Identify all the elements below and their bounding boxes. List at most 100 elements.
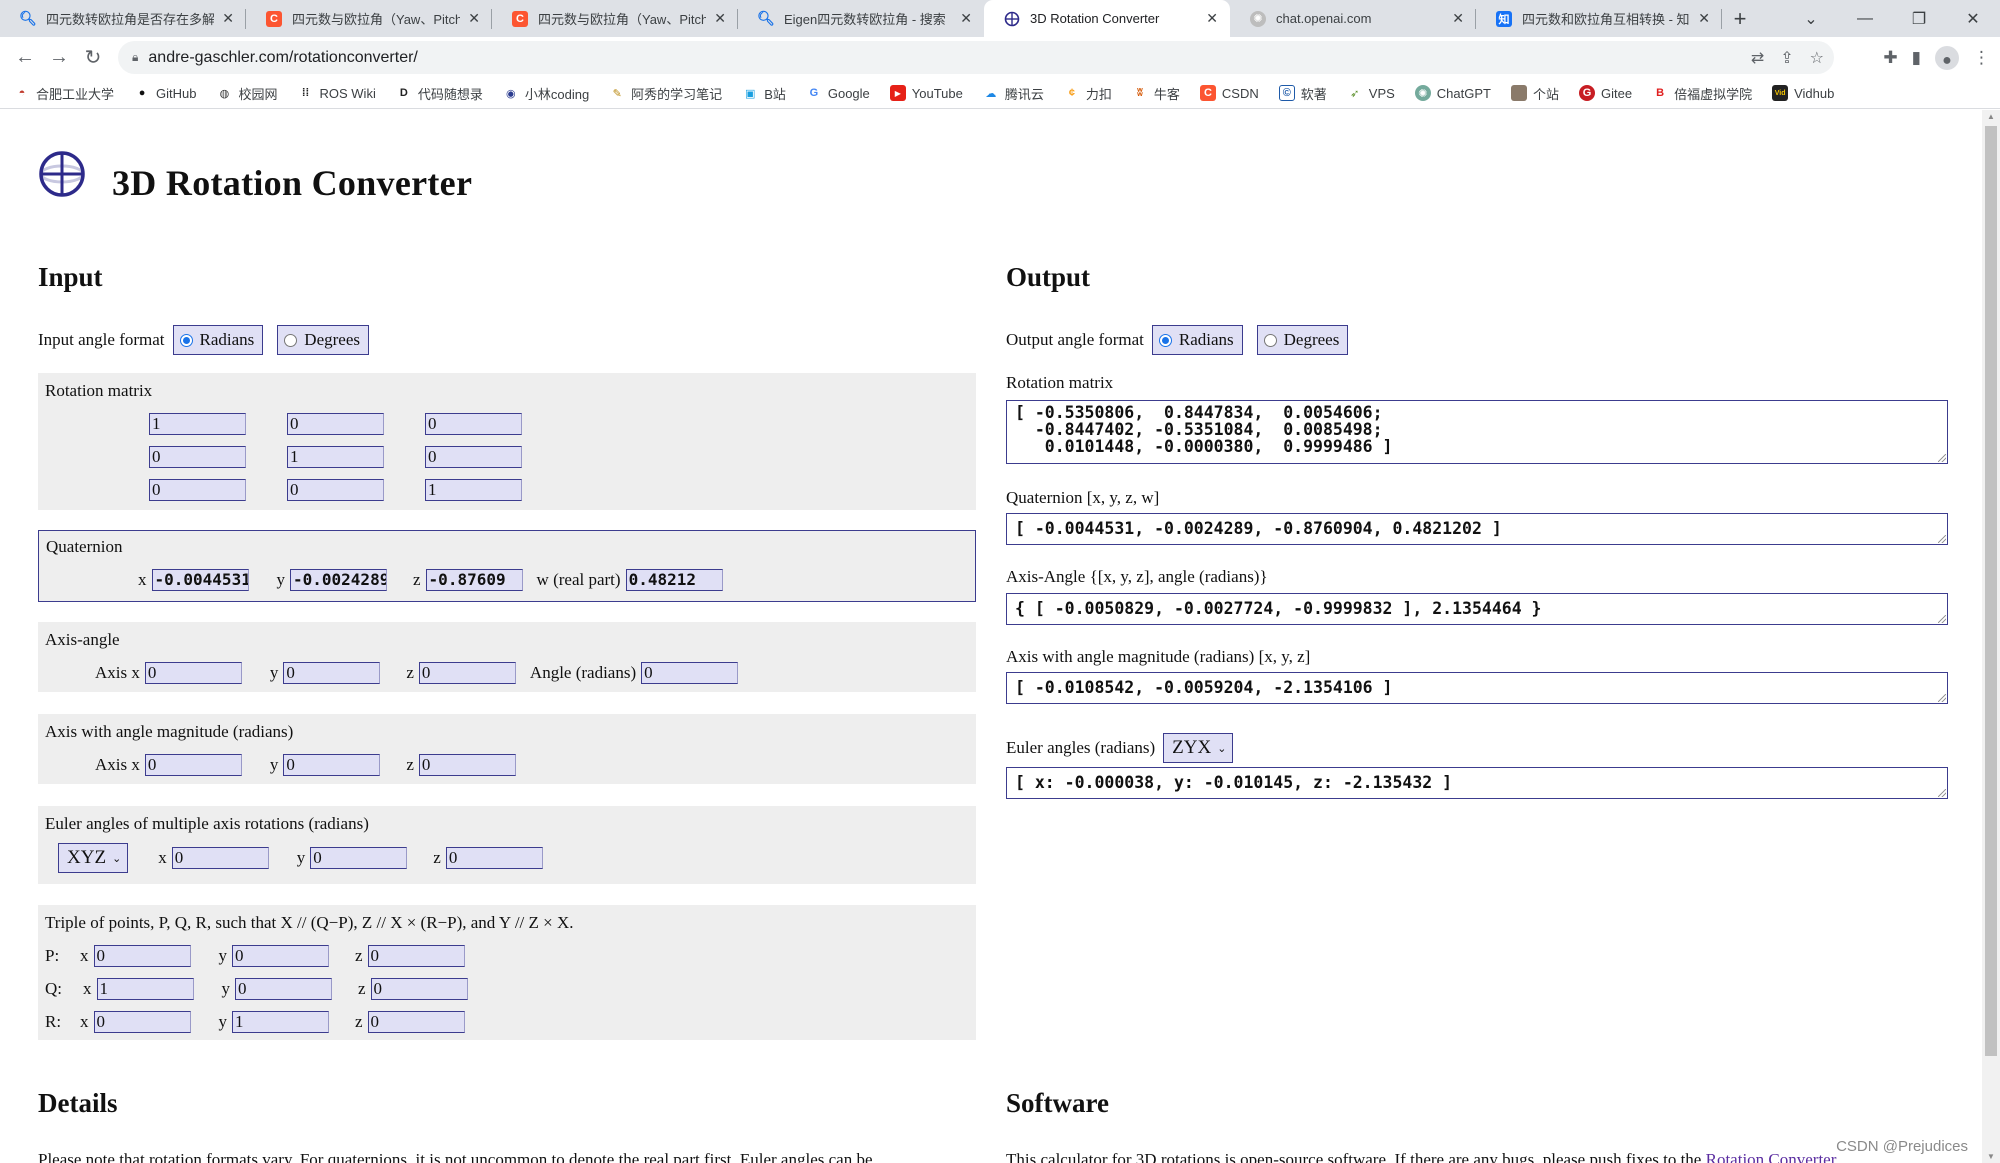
input-radians-radio[interactable]: Radians (172, 325, 264, 355)
matrix-input-r1c1[interactable]: 1 (149, 412, 246, 435)
scrollbar-thumb[interactable] (1985, 126, 1997, 1056)
side-panel-icon[interactable]: ▮ (1912, 48, 1921, 68)
close-window-icon[interactable]: ✕ (1946, 9, 2000, 29)
bookmark-bilibili[interactable]: ▣ B站 (742, 84, 786, 103)
radio-selected-icon[interactable] (179, 333, 193, 347)
close-tab-icon[interactable]: ✕ (1452, 10, 1464, 27)
bookmark-nowcoder[interactable]: ʬ 牛客 (1132, 84, 1180, 103)
euler-x-input[interactable]: 0 (171, 847, 269, 869)
output-euler-textarea[interactable]: [ x: -0.000038, y: -0.010145, z: -2.1354… (1006, 767, 1948, 799)
matrix-input-r1c2[interactable]: 0 (287, 412, 384, 435)
axis-angle-y-input[interactable]: 0 (283, 661, 381, 684)
forward-icon[interactable]: → (42, 46, 76, 69)
bookmark-campus[interactable]: ◍ 校园网 (216, 84, 278, 103)
bookmark-ros-wiki[interactable]: ⁞⁞ ROS Wiki (298, 85, 376, 101)
bookmark-google[interactable]: G Google (806, 85, 870, 101)
bookmark-star-icon[interactable]: ☆ (1810, 48, 1824, 68)
translate-icon[interactable]: ⇄ (1751, 48, 1764, 68)
point-q-y-input[interactable]: 0 (235, 977, 332, 1000)
new-tab-button[interactable]: + (1722, 0, 1758, 37)
radio-selected-icon[interactable] (1158, 333, 1172, 347)
bookmark-vps[interactable]: ➶ VPS (1347, 85, 1395, 101)
matrix-input-r2c2[interactable]: 1 (287, 445, 384, 468)
close-tab-icon[interactable]: ✕ (468, 10, 480, 27)
close-tab-icon[interactable]: ✕ (714, 10, 726, 27)
extensions-icon[interactable]: ✚ (1883, 48, 1897, 68)
euler-order-select[interactable]: XYZ ⌄ (58, 843, 129, 873)
rotation-converter-link[interactable]: Rotation Converter (1706, 1150, 1837, 1163)
euler-y-input[interactable]: 0 (310, 847, 408, 869)
matrix-input-r2c1[interactable]: 0 (149, 445, 246, 468)
axis-angle-angle-input[interactable]: 0 (641, 661, 739, 684)
output-axis-magnitude-textarea[interactable]: [ -0.0108542, -0.0059204, -2.1354106 ] (1006, 672, 1948, 704)
output-axis-angle-textarea[interactable]: { [ -0.0050829, -0.0027724, -0.9999832 ]… (1006, 593, 1948, 625)
matrix-input-r3c3[interactable]: 1 (425, 478, 522, 501)
page-scrollbar[interactable]: ▲ ▼ (1982, 110, 2000, 1163)
matrix-input-r3c2[interactable]: 0 (287, 478, 384, 501)
point-r-z-input[interactable]: 0 (367, 1010, 465, 1033)
bookmark-personal-site[interactable]: 个站 (1510, 84, 1559, 103)
quaternion-z-input[interactable]: -0.87609 (425, 568, 523, 591)
lock-icon[interactable]: 🔒︎ (132, 50, 138, 65)
resize-handle-icon[interactable] (1938, 535, 1946, 543)
axis-magnitude-x-input[interactable]: 0 (144, 753, 242, 776)
axis-magnitude-z-input[interactable]: 0 (418, 753, 516, 776)
bookmark-chatgpt[interactable]: ✺ ChatGPT (1414, 85, 1491, 101)
matrix-input-r2c3[interactable]: 0 (425, 445, 522, 468)
axis-angle-x-input[interactable]: 0 (144, 661, 242, 684)
browser-tab[interactable]: C 四元数与欧拉角（Yaw、Pitch ✕ (246, 0, 492, 37)
point-r-y-input[interactable]: 1 (232, 1010, 329, 1033)
matrix-input-r1c3[interactable]: 0 (425, 412, 522, 435)
input-degrees-radio[interactable]: Degrees (277, 325, 369, 355)
resize-handle-icon[interactable] (1938, 789, 1946, 797)
bookmark-tencent-cloud[interactable]: ☁ 腾讯云 (983, 84, 1044, 103)
url-input[interactable]: 🔒︎ andre-gaschler.com/rotationconverter/… (118, 41, 1834, 74)
point-r-x-input[interactable]: 0 (93, 1010, 191, 1033)
tab-search-icon[interactable]: ⌄ (1784, 9, 1838, 29)
bookmark-vidhub[interactable]: Vid Vidhub (1772, 85, 1834, 101)
resize-handle-icon[interactable] (1938, 454, 1946, 462)
quaternion-x-input[interactable]: -0.0044531 (151, 568, 249, 591)
resize-handle-icon[interactable] (1938, 694, 1946, 702)
menu-icon[interactable]: ⋮ (1973, 48, 1990, 68)
close-tab-icon[interactable]: ✕ (1206, 10, 1218, 27)
axis-angle-z-input[interactable]: 0 (418, 661, 516, 684)
browser-tab[interactable]: 知 四元数和欧拉角互相转换 - 知乎 ✕ (1476, 0, 1722, 37)
browser-tab[interactable]: C 四元数与欧拉角（Yaw、Pitch ✕ (492, 0, 738, 37)
close-tab-icon[interactable]: ✕ (1698, 10, 1710, 27)
scroll-down-icon[interactable]: ▼ (1982, 1152, 2000, 1161)
share-icon[interactable]: ⇪ (1780, 48, 1793, 68)
profile-avatar[interactable]: ● (1935, 45, 1959, 70)
close-tab-icon[interactable]: ✕ (960, 10, 972, 27)
bookmark-csdn[interactable]: C CSDN (1199, 85, 1259, 101)
browser-tab[interactable]: 🔍︎ Eigen四元数转欧拉角 - 搜索 ✕ (738, 0, 984, 37)
browser-tab[interactable]: 🔍︎ 四元数转欧拉角是否存在多解 ✕ (0, 0, 246, 37)
bookmark-youtube[interactable]: ▶ YouTube (889, 85, 963, 101)
browser-tab-active[interactable]: 3D Rotation Converter ✕ (984, 0, 1230, 37)
output-quaternion-textarea[interactable]: [ -0.0044531, -0.0024289, -0.8760904, 0.… (1006, 513, 1948, 545)
output-degrees-radio[interactable]: Degrees (1256, 325, 1349, 355)
point-p-x-input[interactable]: 0 (93, 944, 191, 967)
point-q-z-input[interactable]: 0 (370, 977, 468, 1000)
bookmark-beckhoff[interactable]: B 倍福虚拟学院 (1652, 84, 1752, 103)
reload-icon[interactable]: ↻ (76, 45, 110, 70)
bookmark-leetcode[interactable]: ¢ 力扣 (1064, 84, 1112, 103)
bookmark-hfut[interactable]: ◓ 合肥工业大学 (14, 84, 114, 103)
bookmark-axiu[interactable]: ✎ 阿秀的学习笔记 (609, 84, 723, 103)
radio-unselected-icon[interactable] (284, 333, 298, 347)
point-q-x-input[interactable]: 1 (96, 977, 194, 1000)
point-p-y-input[interactable]: 0 (232, 944, 329, 967)
quaternion-y-input[interactable]: -0.0024289 (290, 568, 387, 591)
bookmark-code-notes[interactable]: D 代码随想录 (396, 84, 483, 103)
bookmark-copyright[interactable]: © 软著 (1278, 84, 1327, 103)
matrix-input-r3c1[interactable]: 0 (149, 478, 246, 501)
axis-magnitude-y-input[interactable]: 0 (283, 753, 381, 776)
bookmark-xiaolin[interactable]: ◉ 小林coding (503, 84, 589, 103)
resize-handle-icon[interactable] (1938, 615, 1946, 623)
euler-z-input[interactable]: 0 (445, 847, 543, 869)
bookmark-github[interactable]: ● GitHub (134, 85, 197, 101)
radio-unselected-icon[interactable] (1263, 333, 1277, 347)
bookmark-gitee[interactable]: G Gitee (1579, 85, 1632, 101)
minimize-icon[interactable]: — (1838, 10, 1892, 28)
output-rotation-matrix-textarea[interactable]: [ -0.5350806, 0.8447834, 0.0054606; -0.8… (1006, 400, 1948, 464)
